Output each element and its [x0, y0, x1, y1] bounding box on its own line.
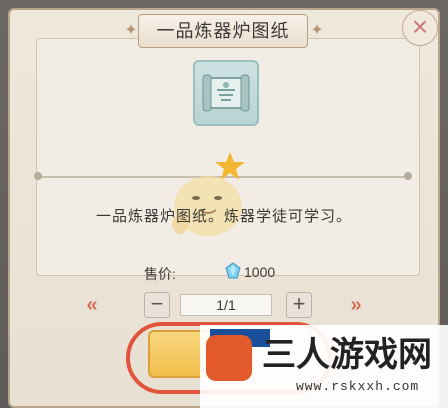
price-value: 1000	[244, 264, 276, 280]
watermark-text: 三人游戏网	[262, 336, 432, 374]
price-label: 售价:	[144, 266, 176, 282]
item-description: 一品炼器炉图纸。炼器学徒可学习。	[95, 208, 352, 225]
divider-end-dot	[404, 172, 412, 180]
decrease-quantity-button[interactable]: −	[144, 292, 170, 318]
mascot-chick-icon	[172, 152, 245, 236]
dialog-title: 一品炼器炉图纸	[138, 14, 308, 48]
next-arrow-icon[interactable]: »	[346, 292, 366, 318]
item-icon-slot	[193, 60, 259, 126]
scroll-blueprint-icon	[202, 74, 250, 112]
price-row: 售价: 1000	[0, 260, 448, 284]
close-button[interactable]: ×	[402, 10, 438, 46]
site-watermark: 三人游戏网 www.rskxxh.com	[200, 325, 448, 408]
previous-arrow-icon[interactable]: «	[82, 292, 102, 318]
banner-ornament-left-icon: ✦	[124, 22, 138, 39]
blue-crystal-icon	[225, 262, 241, 279]
divider-end-dot	[34, 172, 42, 180]
banner-ornament-right-icon: ✦	[310, 22, 324, 39]
close-icon: ×	[411, 11, 429, 42]
quantity-stepper: « − 1/1 + »	[0, 292, 448, 320]
watermark-url: www.rskxxh.com	[296, 379, 420, 394]
quantity-field[interactable]: 1/1	[180, 294, 272, 316]
increase-quantity-button[interactable]: +	[286, 292, 312, 318]
watermark-logo-icon	[206, 335, 252, 381]
